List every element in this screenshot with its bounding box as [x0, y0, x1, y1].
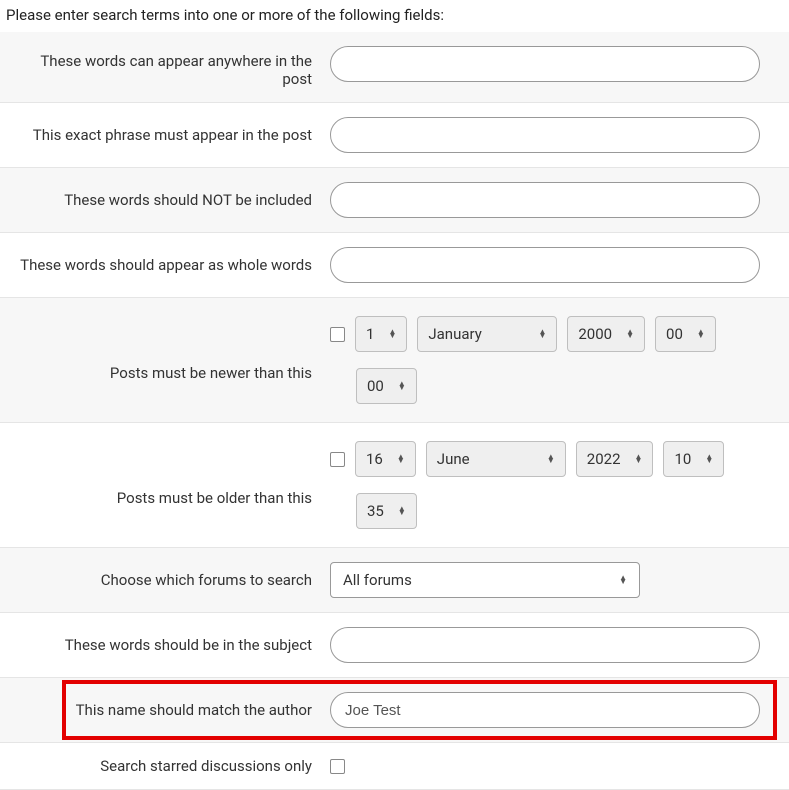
row-forums: Choose which forums to search All forums	[0, 548, 789, 613]
sort-icon	[398, 382, 406, 390]
select-newer-month-value: January	[428, 325, 481, 343]
intro-text: Please enter search terms into one or mo…	[0, 0, 789, 32]
select-newer-year-value: 2000	[578, 325, 612, 343]
input-exact[interactable]	[330, 117, 760, 153]
select-newer-day[interactable]: 1	[355, 316, 407, 352]
sort-icon	[388, 330, 396, 338]
sort-icon	[547, 455, 555, 463]
label-whole: These words should appear as whole words	[10, 256, 330, 274]
row-starred: Search starred discussions only	[0, 743, 789, 790]
row-subject: These words should be in the subject	[0, 613, 789, 678]
row-not: These words should NOT be included	[0, 168, 789, 233]
select-older-hour-value: 10	[674, 450, 691, 468]
select-newer-minute[interactable]: 00	[356, 368, 417, 404]
select-forums[interactable]: All forums	[330, 562, 640, 598]
select-newer-year[interactable]: 2000	[567, 316, 645, 352]
input-subject[interactable]	[330, 627, 760, 663]
sort-icon	[697, 330, 705, 338]
label-older: Posts must be older than this	[10, 441, 330, 507]
select-older-year[interactable]: 2022	[576, 441, 654, 477]
row-anywhere: These words can appear anywhere in the p…	[0, 32, 789, 103]
row-author: This name should match the author	[0, 678, 789, 743]
label-exact: This exact phrase must appear in the pos…	[10, 126, 330, 144]
checkbox-starred[interactable]	[330, 759, 345, 774]
row-newer: Posts must be newer than this 1 January …	[0, 298, 789, 423]
row-exact: This exact phrase must appear in the pos…	[0, 103, 789, 168]
label-anywhere: These words can appear anywhere in the p…	[10, 46, 330, 88]
select-older-hour[interactable]: 10	[663, 441, 724, 477]
select-older-month[interactable]: June	[426, 441, 566, 477]
label-not: These words should NOT be included	[10, 191, 330, 209]
select-newer-hour[interactable]: 00	[655, 316, 716, 352]
select-newer-hour-value: 00	[666, 325, 683, 343]
row-older: Posts must be older than this 16 June 20…	[0, 423, 789, 548]
checkbox-older-enable[interactable]	[330, 452, 345, 467]
sort-icon	[538, 330, 546, 338]
select-older-minute-value: 35	[367, 502, 384, 520]
select-older-minute[interactable]: 35	[356, 493, 417, 529]
checkbox-newer-enable[interactable]	[330, 327, 345, 342]
sort-icon	[398, 507, 406, 515]
select-older-year-value: 2022	[587, 450, 621, 468]
select-older-month-value: June	[437, 450, 470, 468]
label-newer: Posts must be newer than this	[10, 316, 330, 382]
label-starred: Search starred discussions only	[10, 757, 330, 775]
select-older-day-value: 16	[366, 450, 383, 468]
sort-icon	[635, 455, 643, 463]
select-older-day[interactable]: 16	[355, 441, 416, 477]
sort-icon	[705, 455, 713, 463]
label-author: This name should match the author	[10, 701, 330, 719]
select-forums-value: All forums	[343, 571, 412, 589]
input-whole[interactable]	[330, 247, 760, 283]
input-anywhere[interactable]	[330, 46, 760, 82]
label-subject: These words should be in the subject	[10, 636, 330, 654]
input-author[interactable]	[330, 692, 760, 728]
row-whole: These words should appear as whole words	[0, 233, 789, 298]
select-newer-day-value: 1	[366, 325, 374, 343]
select-newer-minute-value: 00	[367, 377, 384, 395]
sort-icon	[397, 455, 405, 463]
label-forums: Choose which forums to search	[10, 571, 330, 589]
sort-icon	[619, 576, 627, 584]
input-not[interactable]	[330, 182, 760, 218]
sort-icon	[626, 330, 634, 338]
select-newer-month[interactable]: January	[417, 316, 557, 352]
